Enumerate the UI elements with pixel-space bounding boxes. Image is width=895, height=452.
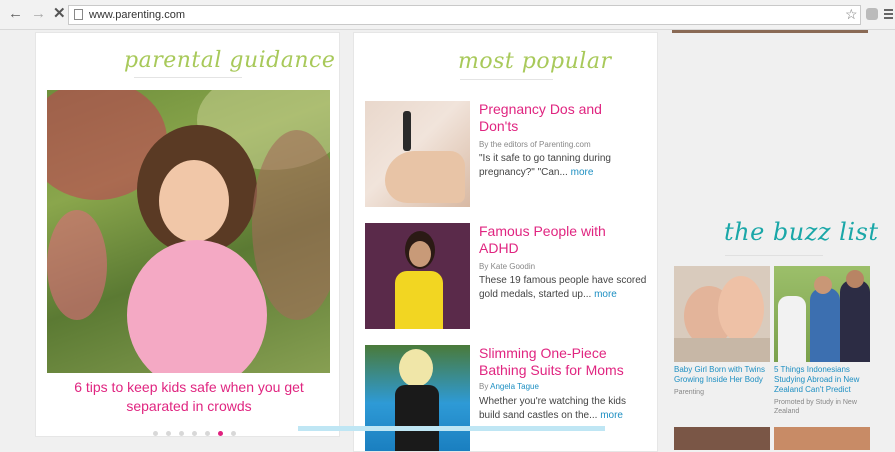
carousel-dot[interactable] xyxy=(192,431,197,436)
carousel-dots xyxy=(153,423,244,441)
parental-guidance-title: parental guidance xyxy=(124,48,336,73)
carousel-dot[interactable] xyxy=(179,431,184,436)
most-popular-card: most popular Pregnancy Dos and Don'ts By… xyxy=(353,32,658,452)
buzz-item-thumbnail[interactable] xyxy=(674,427,770,450)
more-link[interactable]: more xyxy=(571,167,594,178)
popular-item-title-link[interactable]: Slimming One-Piece Bathing Suits for Mom… xyxy=(479,345,639,379)
buzz-item-title-link[interactable]: 5 Things Indonesians Studying Abroad in … xyxy=(774,365,870,395)
page-content: parental guidance 6 tips to keep kids sa… xyxy=(0,30,895,452)
author-link[interactable]: Angela Tague xyxy=(490,382,539,391)
url-text[interactable]: www.parenting.com xyxy=(89,6,185,24)
buzz-item[interactable]: 5 Things Indonesians Studying Abroad in … xyxy=(774,266,870,416)
more-link[interactable]: more xyxy=(594,289,617,300)
buzz-item-title-link[interactable]: Baby Girl Born with Twins Growing Inside… xyxy=(674,365,770,385)
carousel-dot[interactable] xyxy=(153,431,158,436)
page-icon xyxy=(74,9,83,20)
popular-item-description: "Is it safe to go tanning during pregnan… xyxy=(479,153,611,178)
popular-item-byline: By Angela Tague xyxy=(479,382,539,391)
forward-arrow-icon[interactable]: → xyxy=(31,6,46,22)
author-name: Kate Goodin xyxy=(490,262,536,271)
parental-guidance-card: parental guidance 6 tips to keep kids sa… xyxy=(35,32,340,437)
title-divider xyxy=(460,79,553,80)
popular-item-description: Whether you're watching the kids build s… xyxy=(479,396,626,421)
back-arrow-icon[interactable]: ← xyxy=(8,6,23,22)
carousel-dot-active[interactable] xyxy=(218,431,223,436)
popular-item-thumbnail[interactable] xyxy=(365,223,470,329)
carousel-dot[interactable] xyxy=(205,431,210,436)
hero-caption-link[interactable]: 6 tips to keep kids safe when you get se… xyxy=(54,378,324,416)
popular-item-thumbnail[interactable] xyxy=(365,345,470,451)
popular-item-thumbnail[interactable] xyxy=(365,101,470,207)
buzz-item-source: Promoted by Study in New Zealand xyxy=(774,399,857,415)
buzz-item[interactable]: Baby Girl Born with Twins Growing Inside… xyxy=(674,266,770,397)
carousel-dot[interactable] xyxy=(166,431,171,436)
buzz-list-title: the buzz list xyxy=(724,218,879,246)
extension-icon[interactable] xyxy=(866,8,878,20)
popular-item-description: These 19 famous people have scored gold … xyxy=(479,275,647,300)
loading-progress-bar xyxy=(298,426,605,431)
popular-item-title-link[interactable]: Famous People with ADHD xyxy=(479,223,639,257)
menu-icon[interactable] xyxy=(884,9,893,21)
more-link[interactable]: more xyxy=(600,410,623,421)
browser-toolbar: ← → ✕ www.parenting.com ☆ xyxy=(0,0,895,30)
popular-item-title-link[interactable]: Pregnancy Dos and Don'ts xyxy=(479,101,639,135)
title-divider xyxy=(134,77,242,78)
popular-item-byline: By the editors of Parenting.com xyxy=(479,140,591,149)
address-bar[interactable]: www.parenting.com xyxy=(68,5,861,25)
popular-item-byline: By Kate Goodin xyxy=(479,262,536,271)
ad-image-edge xyxy=(672,30,868,33)
buzz-item-thumbnail[interactable] xyxy=(774,427,870,450)
popular-item: Pregnancy Dos and Don'ts By the editors … xyxy=(365,101,655,207)
stop-icon[interactable]: ✕ xyxy=(53,6,66,22)
popular-item: Slimming One-Piece Bathing Suits for Mom… xyxy=(365,345,655,451)
hero-image[interactable] xyxy=(47,90,330,373)
carousel-dot[interactable] xyxy=(231,431,236,436)
popular-item: Famous People with ADHD By Kate Goodin T… xyxy=(365,223,655,329)
bookmark-star-icon[interactable]: ☆ xyxy=(845,6,858,22)
most-popular-title: most popular xyxy=(458,49,612,74)
buzz-item-thumbnail[interactable] xyxy=(774,266,870,362)
title-divider xyxy=(725,255,823,256)
buzz-item-thumbnail[interactable] xyxy=(674,266,770,362)
buzz-item-source: Parenting xyxy=(674,389,704,396)
